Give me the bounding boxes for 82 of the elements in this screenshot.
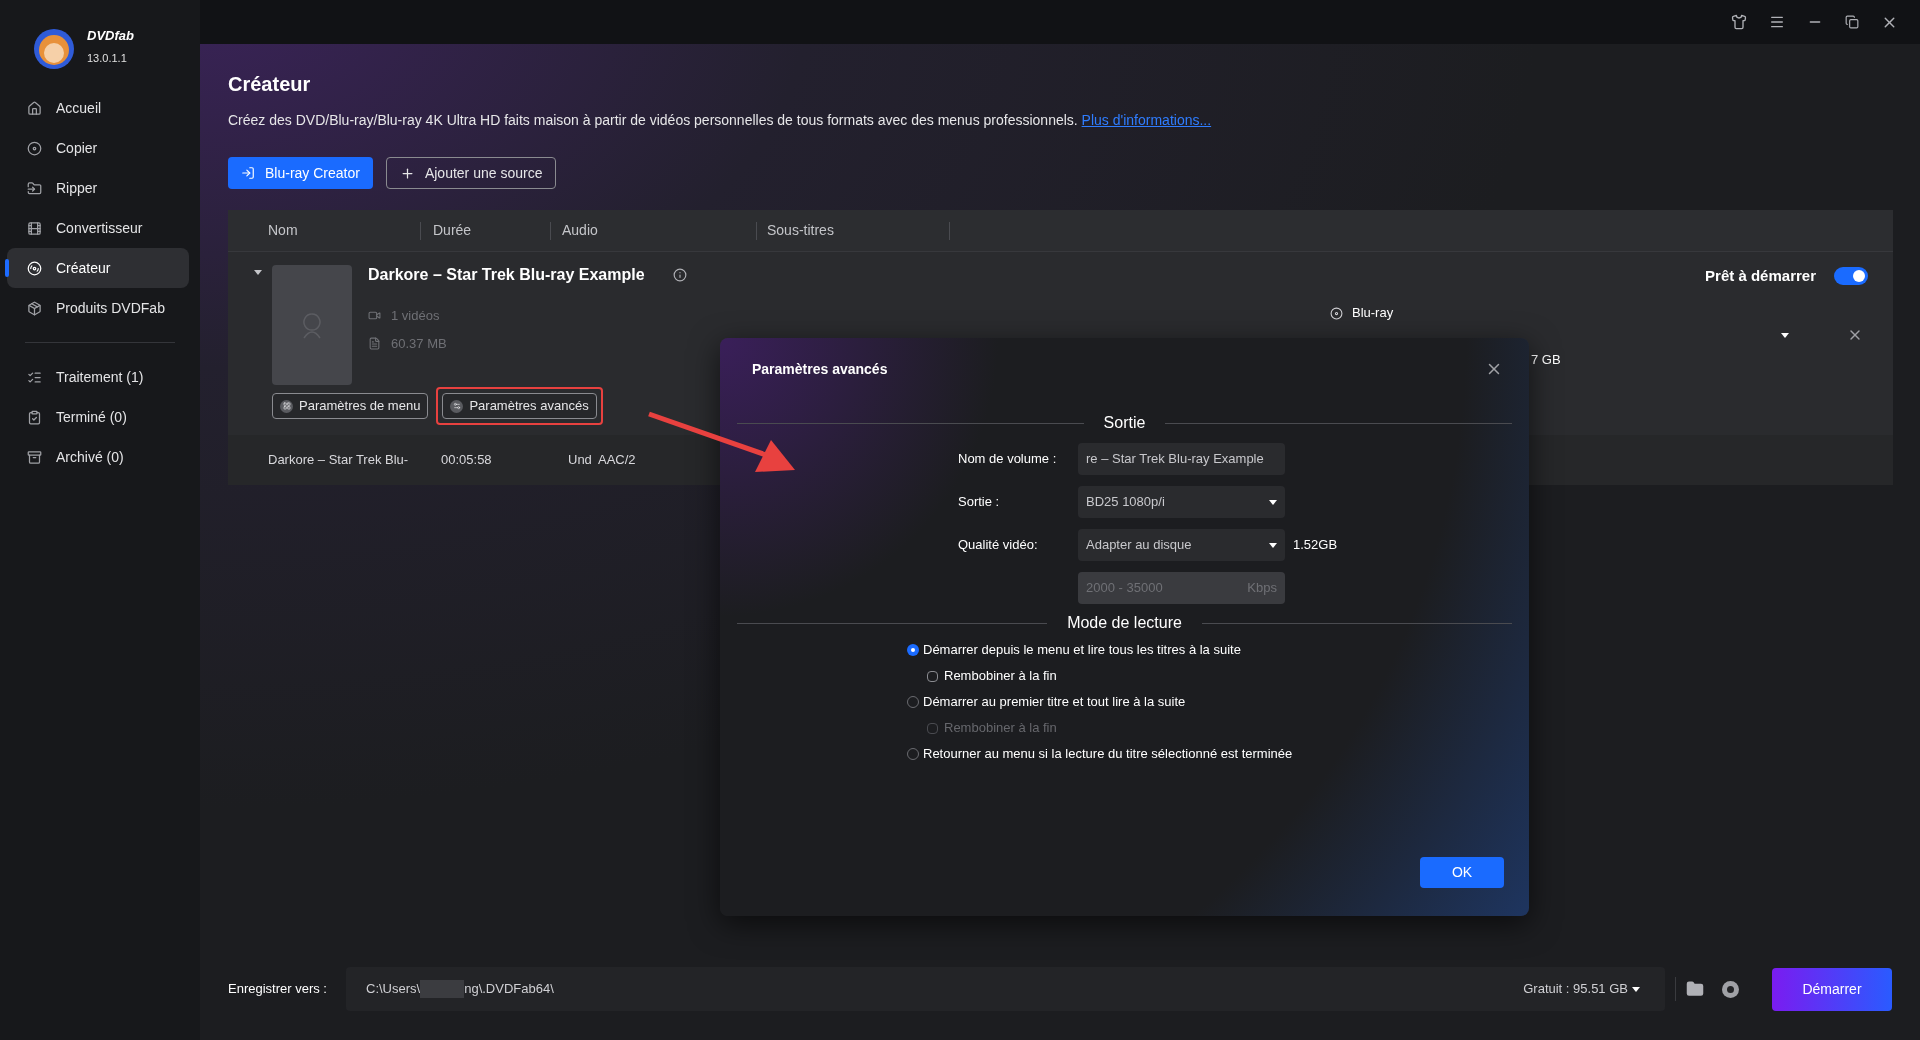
advanced-settings-button[interactable]: Paramètres avancés: [442, 393, 597, 419]
column-header[interactable]: Audio: [562, 220, 598, 241]
disc-icon: [27, 140, 42, 156]
restore-icon[interactable]: [1845, 15, 1859, 29]
playback-option[interactable]: Démarrer au premier titre et tout lire à la suite: [907, 689, 1186, 715]
sidebar-item[interactable]: Terminé (0): [7, 397, 189, 437]
settings-icon: [452, 402, 461, 410]
more-info-link[interactable]: Plus d'informations...: [1081, 112, 1212, 128]
enter-icon: [241, 166, 255, 180]
start-button[interactable]: Démarrer: [1772, 967, 1892, 1011]
output-size: 7 GB: [1531, 352, 1561, 367]
title-name: Darkore – Star Trek Blu-ray Example: [368, 265, 645, 285]
sidebar-item[interactable]: Traitement (1): [7, 357, 189, 397]
sidebar-item[interactable]: Créateur: [7, 248, 189, 288]
ok-button[interactable]: OK: [1420, 857, 1504, 888]
info-icon[interactable]: [672, 268, 687, 282]
column-header[interactable]: Durée: [433, 220, 472, 241]
menu-settings-button[interactable]: Paramètres de menu: [272, 393, 429, 419]
creator-mode-button[interactable]: Blu-ray Creator: [228, 157, 373, 189]
rewind-option[interactable]: Rembobiner à la fin: [927, 663, 1057, 689]
checkbox[interactable]: [927, 670, 938, 682]
archive-icon: [27, 449, 42, 465]
box-icon: [27, 300, 42, 316]
output-format: Blu-ray: [1352, 304, 1394, 323]
sidebar-item[interactable]: Ripper: [7, 168, 189, 208]
folder-icon[interactable]: [1686, 980, 1704, 998]
track-name: Darkore – Star Trek Blu-: [267, 451, 410, 470]
file-icon: [368, 336, 381, 350]
free-space[interactable]: Gratuit : 95.51 GB: [1523, 979, 1640, 999]
path-start: C:\Users\: [366, 980, 421, 999]
active-indicator: [5, 259, 9, 277]
sidebar-item[interactable]: Convertisseur: [7, 208, 189, 248]
disc-icon: [27, 260, 42, 276]
dialog-title: Paramètres avancés: [752, 361, 888, 377]
film-icon: [27, 220, 42, 236]
sidebar-item[interactable]: Accueil: [7, 88, 189, 128]
track-duration: 00:05:58: [441, 451, 493, 470]
app-version: 13.0.1.1: [87, 51, 128, 66]
radio-button[interactable]: [907, 644, 919, 656]
folder-icon: [27, 180, 42, 196]
audio-format: AAC/2: [598, 451, 636, 470]
dropdown-caret-icon[interactable]: [1781, 332, 1789, 338]
page-title: Créateur: [228, 72, 312, 96]
field-label: Qualité vidéo:: [958, 536, 1039, 555]
ready-toggle[interactable]: [1834, 267, 1868, 285]
plus-icon: [399, 165, 415, 181]
file-size: 60.37 MB: [391, 334, 447, 353]
field-label: Nom de volume :: [958, 450, 1058, 469]
estimated-size: 1.52GB: [1293, 536, 1338, 555]
playback-option[interactable]: Retourner au menu si la lecture du titre sélectionné est terminée: [907, 741, 1293, 767]
grid-icon: [282, 402, 291, 410]
column-header[interactable]: Nom: [268, 220, 298, 241]
save-to-label: Enregistrer vers :: [228, 980, 328, 999]
page-description: Créez des DVD/Blu-ray/Blu-ray 4K Ultra HD faits maison à partir de vidéos personnelles de tous formats avec des menus professionnels.: [228, 112, 1078, 128]
add-source-button[interactable]: Ajouter une source: [385, 157, 557, 189]
expand-caret-icon[interactable]: [254, 270, 262, 275]
audio-language: Und: [568, 451, 593, 470]
column-header[interactable]: Sous-titres: [767, 220, 834, 241]
ready-status: Prêt à démarrer: [1705, 265, 1816, 286]
clipboard-icon: [27, 409, 42, 425]
iso-icon[interactable]: [1722, 980, 1739, 998]
select-field[interactable]: Adapter au disque: [1078, 529, 1285, 561]
section-title: Mode de lecture: [1066, 613, 1183, 633]
video-count: 1 vidéos: [391, 307, 440, 325]
skin-icon[interactable]: [1731, 14, 1747, 30]
redacted-block: [420, 980, 465, 998]
sidebar-item[interactable]: Copier: [7, 128, 189, 168]
field-label: Sortie :: [958, 493, 1001, 512]
home-icon: [27, 100, 42, 116]
playback-option[interactable]: Démarrer depuis le menu et lire tous les titres à la suite: [907, 637, 1241, 663]
section-title: Sortie: [1102, 413, 1147, 433]
select-field[interactable]: BD25 1080p/i: [1078, 486, 1285, 518]
sidebar-item[interactable]: Archivé (0): [7, 437, 189, 477]
path-end: ng\.DVDFab64\: [464, 980, 554, 999]
app-name: DVDfab: [87, 28, 134, 44]
menu-icon[interactable]: [1769, 14, 1785, 30]
sidebar-item[interactable]: Produits DVDFab: [7, 288, 189, 328]
checklist-icon: [27, 369, 42, 385]
output-path-field[interactable]: C:\Users\ ng\.DVDFab64\ Gratuit : 95.51 GB: [346, 967, 1665, 1011]
iso-icon: [1330, 306, 1343, 320]
logo-icon: [33, 28, 75, 70]
volume-name-field[interactable]: re – Star Trek Blu-ray Example: [1078, 443, 1285, 475]
